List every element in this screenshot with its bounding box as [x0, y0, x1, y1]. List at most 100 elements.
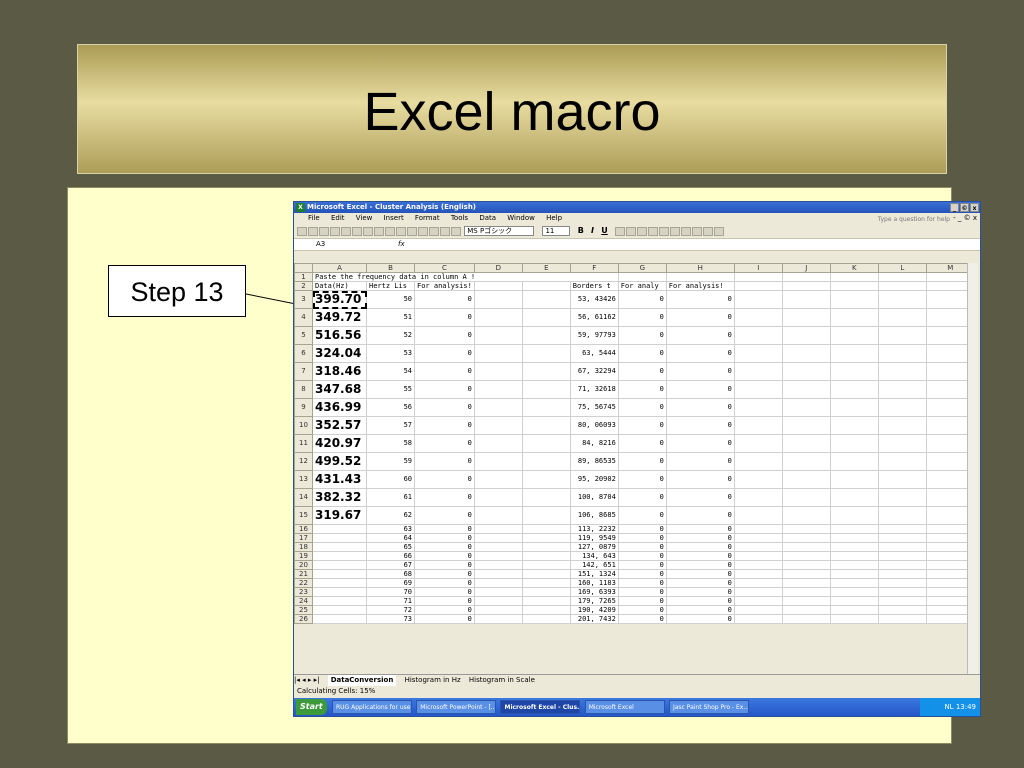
open-icon[interactable]	[308, 226, 318, 236]
cell-c[interactable]: 0	[414, 551, 475, 561]
cell[interactable]	[781, 344, 831, 363]
cell-a[interactable]	[312, 551, 367, 561]
cell-g[interactable]: 0	[617, 470, 667, 489]
cell-h[interactable]: 0	[665, 614, 735, 624]
cell[interactable]	[877, 614, 927, 624]
cell-f[interactable]: Borders t	[569, 281, 619, 291]
cell-h[interactable]: 0	[665, 434, 735, 453]
cell-d[interactable]	[473, 596, 523, 606]
cell-a[interactable]	[312, 542, 367, 552]
cell[interactable]	[733, 326, 783, 345]
row-header[interactable]: 24	[294, 596, 313, 606]
cell-e[interactable]	[521, 281, 571, 291]
cell[interactable]	[829, 326, 879, 345]
cell-a[interactable]: 399.70	[312, 290, 367, 309]
cell[interactable]	[733, 470, 783, 489]
cell[interactable]	[781, 614, 831, 624]
cell-e[interactable]	[521, 587, 571, 597]
cell-d[interactable]	[473, 569, 523, 579]
paste-icon[interactable]	[385, 226, 395, 236]
workbook-window-controls[interactable]: - _ © x	[953, 213, 977, 224]
cell-a[interactable]	[312, 578, 367, 588]
cell-h[interactable]: 0	[665, 362, 735, 381]
italic-button[interactable]: I	[591, 224, 594, 238]
row-header[interactable]: 14	[294, 488, 313, 507]
cell[interactable]	[877, 470, 927, 489]
cell-g[interactable]: 0	[617, 587, 667, 597]
cell-b[interactable]: 56	[366, 398, 415, 417]
cell-c[interactable]: 0	[414, 542, 475, 552]
cell-e[interactable]	[521, 542, 571, 552]
row-header[interactable]: 12	[294, 452, 313, 471]
cell[interactable]	[877, 326, 927, 345]
tab-histogram-scale[interactable]: Histogram in Scale	[469, 675, 535, 686]
cell-d[interactable]	[473, 605, 523, 615]
cell[interactable]	[733, 560, 783, 570]
cell[interactable]	[781, 560, 831, 570]
cell[interactable]	[781, 578, 831, 588]
cell[interactable]	[829, 308, 879, 327]
row-header[interactable]: 13	[294, 470, 313, 489]
row-header[interactable]: 20	[294, 560, 313, 570]
cell-c[interactable]: 0	[414, 578, 475, 588]
cell[interactable]	[829, 380, 879, 399]
column-header[interactable]: F	[569, 263, 619, 273]
help-icon[interactable]	[451, 226, 461, 236]
cell[interactable]	[877, 605, 927, 615]
cell[interactable]	[617, 272, 667, 282]
cell-c[interactable]: 0	[414, 326, 475, 345]
cell-f[interactable]: 75, 56745	[569, 398, 619, 417]
autosum-icon[interactable]	[418, 226, 428, 236]
cell[interactable]	[829, 542, 879, 552]
cell-c[interactable]: 0	[414, 434, 475, 453]
cell[interactable]	[781, 470, 831, 489]
cell-h[interactable]: 0	[665, 587, 735, 597]
row-header[interactable]: 1	[294, 272, 313, 282]
cell[interactable]	[829, 416, 879, 435]
row-header[interactable]: 16	[294, 524, 313, 534]
cell-b[interactable]: 63	[366, 524, 415, 534]
cell-a[interactable]: 349.72	[312, 308, 367, 327]
cell-b[interactable]: 57	[366, 416, 415, 435]
cell-f[interactable]: 160, 1183	[569, 578, 619, 588]
cell-a[interactable]: Data(Hz)	[312, 281, 367, 291]
row-header[interactable]: 23	[294, 587, 313, 597]
cell-b[interactable]: 67	[366, 560, 415, 570]
cell-a[interactable]: 347.68	[312, 380, 367, 399]
cell-e[interactable]	[521, 578, 571, 588]
cell-e[interactable]	[521, 524, 571, 534]
vertical-scrollbar[interactable]	[967, 263, 978, 678]
column-header[interactable]: L	[877, 263, 927, 273]
cell-b[interactable]: 53	[366, 344, 415, 363]
cell[interactable]	[877, 542, 927, 552]
cell[interactable]	[733, 416, 783, 435]
cell[interactable]	[781, 380, 831, 399]
row-header[interactable]: 4	[294, 308, 313, 327]
cell-c[interactable]: 0	[414, 290, 475, 309]
cell-b[interactable]: 72	[366, 605, 415, 615]
cell-c[interactable]: 0	[414, 605, 475, 615]
cell-c[interactable]: 0	[414, 488, 475, 507]
cell-e[interactable]	[521, 533, 571, 543]
bold-button[interactable]: B	[578, 224, 584, 238]
row-header[interactable]: 11	[294, 434, 313, 453]
cell-g[interactable]: 0	[617, 614, 667, 624]
merge-center-icon[interactable]	[648, 226, 658, 236]
cell-a[interactable]: 436.99	[312, 398, 367, 417]
cell-c[interactable]: 0	[414, 614, 475, 624]
task-excel[interactable]: Microsoft Excel	[584, 700, 665, 714]
cell-a[interactable]: 324.04	[312, 344, 367, 363]
cell-d[interactable]	[473, 452, 523, 471]
cell-d[interactable]	[473, 560, 523, 570]
cell-g[interactable]: 0	[617, 452, 667, 471]
cell[interactable]	[829, 344, 879, 363]
cell-d[interactable]	[473, 542, 523, 552]
cell-a1[interactable]: Paste the frequency data in column A !	[312, 272, 619, 282]
cell-a[interactable]: 319.67	[312, 506, 367, 525]
column-header[interactable]: J	[781, 263, 831, 273]
cell[interactable]	[829, 605, 879, 615]
fx-icon[interactable]: fx	[398, 239, 405, 250]
cell[interactable]	[877, 488, 927, 507]
cell[interactable]	[781, 416, 831, 435]
cell[interactable]	[829, 587, 879, 597]
